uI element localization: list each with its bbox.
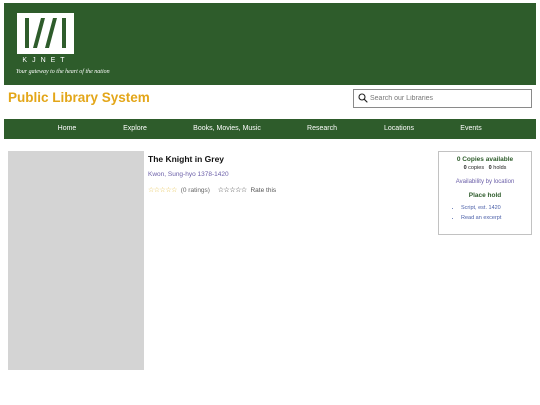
list-item[interactable]: Read an excerpt xyxy=(461,215,501,221)
nav-item-home[interactable]: Home xyxy=(58,125,77,132)
nav-item-research[interactable]: Research xyxy=(307,125,337,132)
availability-by-location-link[interactable]: Availability by location xyxy=(439,179,531,185)
format-links: Script, est. 1420 Read an excerpt xyxy=(453,205,501,225)
average-rating-stars-icon: ☆☆☆☆☆ xyxy=(148,187,177,194)
tagline: Your gateway to the heart of the nation xyxy=(16,69,110,75)
rate-this-link[interactable]: Rate this xyxy=(250,187,276,194)
place-hold-button[interactable]: Place hold xyxy=(439,192,531,199)
nav-item-locations[interactable]: Locations xyxy=(384,125,414,132)
copies-holds-summary: 0 copies 0 holds xyxy=(439,165,531,171)
search-box[interactable] xyxy=(353,89,532,108)
list-item[interactable]: Script, est. 1420 xyxy=(461,205,501,211)
header-banner: KJNET Your gateway to the heart of the n… xyxy=(4,3,536,85)
site-title[interactable]: Public Library System xyxy=(8,90,150,105)
book-title: The Knight in Grey xyxy=(148,154,225,164)
nav-item-explore[interactable]: Explore xyxy=(123,125,147,132)
copies-label: copies xyxy=(468,165,485,171)
nav-item-books-movies-music[interactable]: Books, Movies, Music xyxy=(193,125,261,132)
ratings-count: (0 ratings) xyxy=(180,187,210,194)
logo-wordmark: KJNET xyxy=(22,57,70,64)
copies-available: 0 Copies available xyxy=(456,156,514,163)
kjnet-logo-icon[interactable] xyxy=(16,13,76,55)
rate-stars-icon[interactable]: ☆☆☆☆☆ xyxy=(218,187,247,194)
nav-item-events[interactable]: Events xyxy=(460,125,481,132)
search-input[interactable] xyxy=(370,92,526,105)
search-icon[interactable] xyxy=(358,93,368,103)
holds-count: 0 xyxy=(488,165,492,171)
main-nav: Home Explore Books, Movies, Music Resear… xyxy=(4,119,536,139)
copies-count: 0 xyxy=(463,165,467,171)
book-cover-placeholder[interactable] xyxy=(8,151,144,370)
availability-panel: 0 Copies available 0 copies 0 holds Avai… xyxy=(438,151,532,235)
author-link[interactable]: Kwon, Sung-hyo 1378-1420 xyxy=(148,171,229,178)
holds-label: holds xyxy=(493,165,507,171)
rating-row: ☆☆☆☆☆ (0 ratings) ☆☆☆☆☆ Rate this xyxy=(148,186,276,194)
